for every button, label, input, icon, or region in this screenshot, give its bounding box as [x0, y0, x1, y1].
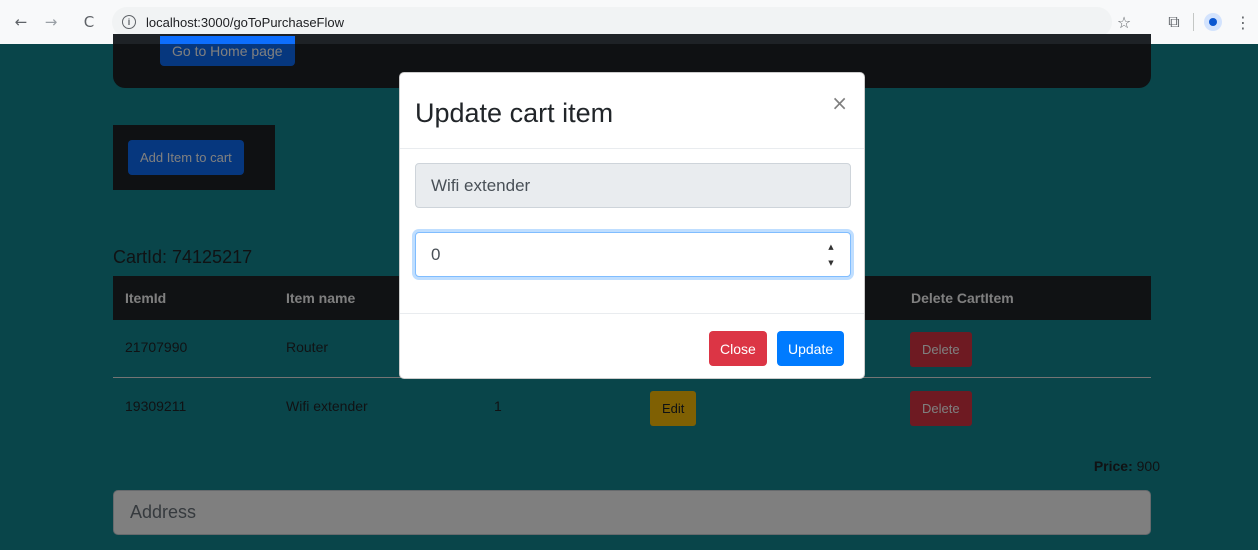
- extensions-icon[interactable]: ⧉: [1159, 7, 1189, 37]
- back-icon[interactable]: ←: [8, 9, 34, 35]
- avatar: [1204, 13, 1222, 31]
- modal-footer: Close Update: [400, 313, 864, 380]
- update-button[interactable]: Update: [777, 331, 845, 366]
- forward-icon[interactable]: →: [38, 9, 64, 35]
- browser-menu-icon[interactable]: ⋮: [1228, 7, 1258, 37]
- modal-header: Update cart item ×: [400, 73, 864, 149]
- profile-icon[interactable]: [1198, 7, 1228, 37]
- bookmark-star-icon[interactable]: ☆: [1109, 7, 1139, 37]
- increment-icon[interactable]: ▲: [828, 243, 833, 251]
- toolbar-divider: [1193, 13, 1194, 31]
- quantity-stepper[interactable]: ▲ ▼: [826, 243, 836, 267]
- item-name-field: Wifi extender: [415, 163, 851, 208]
- close-button[interactable]: Close: [709, 331, 767, 366]
- modal-title: Update cart item: [415, 98, 614, 128]
- info-icon[interactable]: i: [122, 15, 136, 29]
- reload-icon[interactable]: C: [76, 9, 102, 35]
- decrement-icon[interactable]: ▼: [828, 259, 833, 267]
- close-icon[interactable]: ×: [831, 91, 848, 115]
- update-cart-item-modal: Update cart item × Wifi extender 0 ▲ ▼ C…: [399, 72, 865, 379]
- quantity-input[interactable]: 0 ▲ ▼: [415, 232, 851, 277]
- url-text: localhost:3000/goToPurchaseFlow: [146, 14, 345, 30]
- address-bar[interactable]: i localhost:3000/goToPurchaseFlow: [112, 7, 1112, 37]
- quantity-value: 0: [431, 244, 441, 264]
